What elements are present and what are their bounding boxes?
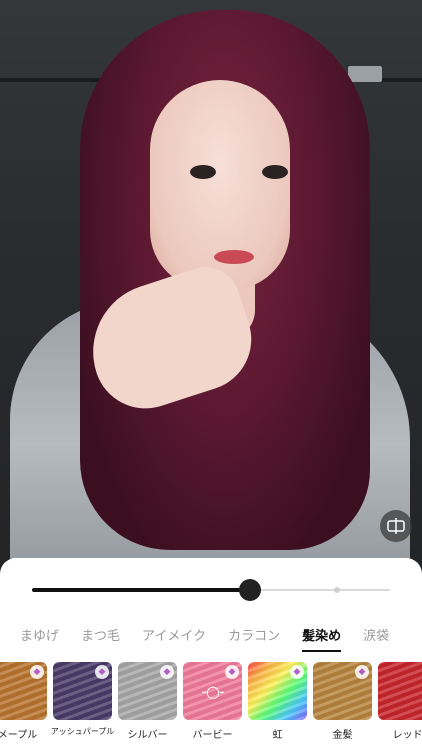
barbie-symbol: -○- [201,681,224,701]
swatch-chip[interactable]: ◆ [313,662,372,720]
left-eye [190,165,216,179]
tab-0[interactable]: まゆげ [0,624,70,654]
slider-thumb[interactable] [239,579,262,601]
swatch-label: シルバー [127,730,168,741]
swatch-label: 虹 [272,730,283,741]
tab-2[interactable]: アイメイク [131,624,217,654]
color-swatch[interactable]: ◆ メープル [0,662,47,748]
swatch-chip[interactable] [378,662,422,720]
diamond-icon: ◆ [95,665,109,679]
diamond-icon: ◆ [160,665,174,679]
swatch-chip[interactable]: ◆ [248,662,307,720]
hair-color-panel: まゆげ まつ毛 アイメイク カラコン 髪染め 涙袋 ◆ メープル ◆ アッシュパープル ◆ シルバー… [0,558,422,750]
color-swatch[interactable]: レッド [378,662,422,748]
intensity-slider[interactable] [32,578,390,602]
swatch-label: 金髪 [332,730,353,741]
lips [214,250,254,264]
swatch-chip[interactable]: ◆ [53,662,112,720]
color-swatch[interactable]: -○- ◆ バービー [183,662,242,748]
tab-5[interactable]: 涙袋 [352,624,400,654]
tab-3[interactable]: カラコン [217,624,291,654]
swatch-label: レッド [392,730,422,741]
swatch-label: アッシュパープル [50,727,115,736]
swatch-chip[interactable]: -○- ◆ [183,662,242,720]
diamond-icon: ◆ [225,665,239,679]
color-swatch[interactable]: ◆ 金髪 [313,662,372,748]
diamond-icon: ◆ [30,665,44,679]
swatch-label: バービー [192,730,233,741]
slider-default-marker [334,587,340,593]
slider-fill [32,588,251,592]
tab-4[interactable]: 髪染め [291,624,352,654]
category-tabs: まゆげ まつ毛 アイメイク カラコン 髪染め 涙袋 [0,624,422,654]
right-eye [262,165,288,179]
hair-texture [378,662,422,720]
diamond-icon: ◆ [290,665,304,679]
color-swatch[interactable]: ◆ アッシュパープル [50,662,115,748]
compare-button[interactable] [380,510,412,542]
tab-1[interactable]: まつ毛 [70,624,131,654]
compare-split-icon [387,518,405,534]
swatch-chip[interactable]: ◆ [0,662,47,720]
color-swatch[interactable]: ◆ シルバー [118,662,177,748]
swatch-chip[interactable]: ◆ [118,662,177,720]
swatch-label: メープル [0,730,38,741]
face-photo [0,0,422,575]
color-swatch-list: ◆ メープル ◆ アッシュパープル ◆ シルバー -○- ◆ バービー ◆ 虹 ◆ 金髪 レッド [0,662,422,748]
wall-fixture [348,66,382,82]
diamond-icon: ◆ [355,665,369,679]
color-swatch[interactable]: ◆ 虹 [248,662,307,748]
